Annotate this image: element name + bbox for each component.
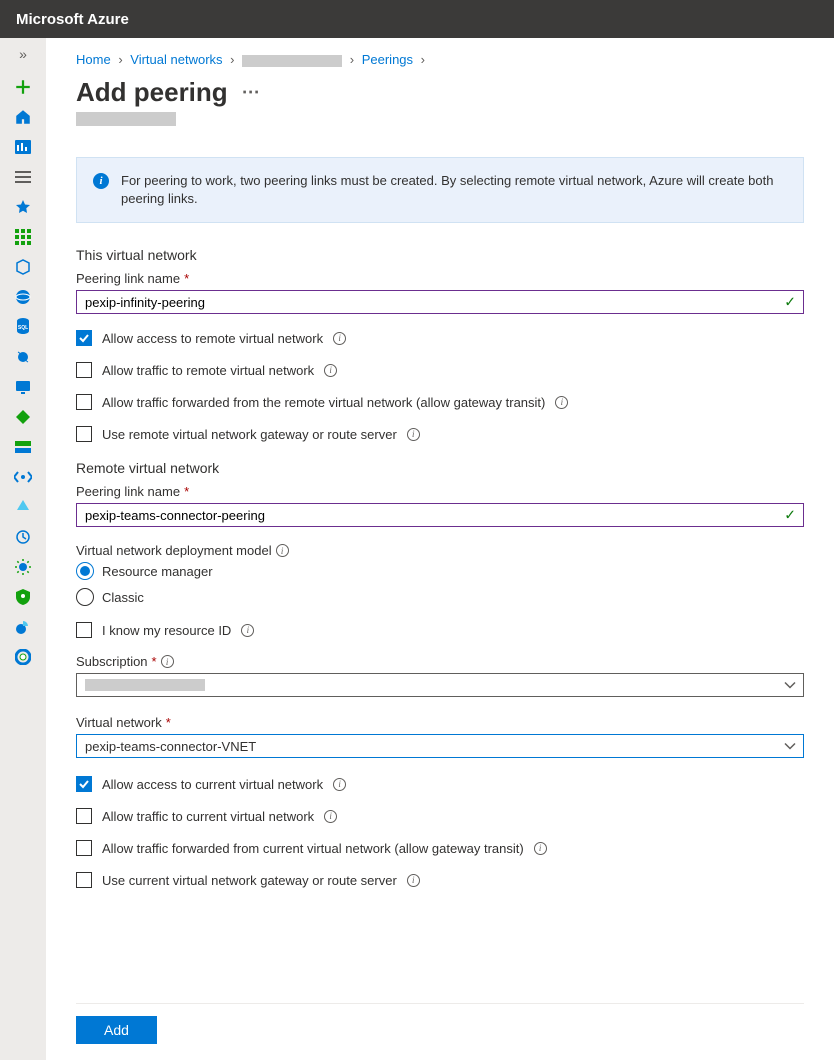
this-allow-access-checkbox[interactable] bbox=[76, 330, 92, 346]
required-asterisk: * bbox=[184, 271, 189, 286]
this-peering-link-label: Peering link name* bbox=[76, 271, 804, 286]
info-hint-icon[interactable]: i bbox=[333, 332, 346, 345]
remote-allow-access-label: Allow access to current virtual network bbox=[102, 777, 323, 792]
info-message: For peering to work, two peering links m… bbox=[121, 172, 787, 208]
valid-check-icon: ✓ bbox=[784, 507, 796, 524]
breadcrumb-virtual-networks[interactable]: Virtual networks bbox=[130, 52, 222, 67]
remote-peering-link-input[interactable] bbox=[76, 503, 804, 527]
this-allow-traffic-checkbox[interactable] bbox=[76, 362, 92, 378]
favorites-star-icon[interactable] bbox=[14, 198, 32, 216]
know-resource-id-checkbox[interactable] bbox=[76, 622, 92, 638]
brand-label: Microsoft Azure bbox=[16, 11, 129, 28]
azure-ad-icon[interactable] bbox=[14, 498, 32, 516]
info-hint-icon[interactable]: i bbox=[407, 428, 420, 441]
chevron-right-icon: › bbox=[421, 52, 425, 67]
chevron-right-icon: › bbox=[230, 52, 234, 67]
virtual-machines-icon[interactable] bbox=[14, 378, 32, 396]
breadcrumb-home[interactable]: Home bbox=[76, 52, 111, 67]
top-bar: Microsoft Azure bbox=[0, 0, 834, 38]
advisor-icon[interactable] bbox=[14, 558, 32, 576]
this-use-remote-gateway-checkbox[interactable] bbox=[76, 426, 92, 442]
expand-sidebar-icon[interactable]: » bbox=[19, 46, 27, 62]
subscription-value-redacted bbox=[85, 679, 205, 691]
this-allow-forwarded-checkbox[interactable] bbox=[76, 394, 92, 410]
info-hint-icon[interactable]: i bbox=[407, 874, 420, 887]
page-title-text: Add peering bbox=[76, 77, 228, 108]
create-resource-icon[interactable] bbox=[14, 78, 32, 96]
all-resources-icon[interactable] bbox=[14, 228, 32, 246]
info-hint-icon[interactable]: i bbox=[333, 778, 346, 791]
this-vnet-header: This virtual network bbox=[76, 247, 804, 263]
remote-peering-link-label: Peering link name* bbox=[76, 484, 804, 499]
dashboard-icon[interactable] bbox=[14, 138, 32, 156]
more-actions-icon[interactable]: ⋯ bbox=[242, 82, 260, 103]
classic-label: Classic bbox=[102, 590, 144, 605]
storage-accounts-icon[interactable] bbox=[14, 438, 32, 456]
deployment-model-label: Virtual network deployment model i bbox=[76, 543, 804, 558]
know-resource-id-label: I know my resource ID bbox=[102, 623, 231, 638]
remote-allow-traffic-checkbox[interactable] bbox=[76, 808, 92, 824]
info-hint-icon[interactable]: i bbox=[555, 396, 568, 409]
home-icon[interactable] bbox=[14, 108, 32, 126]
remote-allow-access-checkbox[interactable] bbox=[76, 776, 92, 792]
main-content: Home › Virtual networks › › Peerings › A… bbox=[46, 38, 834, 1060]
virtual-network-label: Virtual network* bbox=[76, 715, 804, 730]
bottom-action-bar: Add bbox=[76, 1003, 804, 1044]
chevron-down-icon bbox=[784, 678, 796, 693]
info-hint-icon[interactable]: i bbox=[241, 624, 254, 637]
this-use-remote-gateway-label: Use remote virtual network gateway or ro… bbox=[102, 427, 397, 442]
remote-vnet-header: Remote virtual network bbox=[76, 460, 804, 476]
remote-allow-forwarded-checkbox[interactable] bbox=[76, 840, 92, 856]
this-peering-link-input[interactable] bbox=[76, 290, 804, 314]
required-asterisk: * bbox=[166, 715, 171, 730]
this-allow-access-label: Allow access to remote virtual network bbox=[102, 331, 323, 346]
cost-management-icon[interactable] bbox=[14, 618, 32, 636]
valid-check-icon: ✓ bbox=[784, 294, 796, 311]
azure-cosmos-db-icon[interactable] bbox=[14, 348, 32, 366]
breadcrumb: Home › Virtual networks › › Peerings › bbox=[76, 52, 804, 67]
this-allow-forwarded-label: Allow traffic forwarded from the remote … bbox=[102, 395, 545, 410]
page-title: Add peering ⋯ bbox=[76, 77, 804, 108]
classic-radio[interactable] bbox=[76, 588, 94, 606]
virtual-network-value: pexip-teams-connector-VNET bbox=[85, 739, 256, 754]
remote-use-gateway-checkbox[interactable] bbox=[76, 872, 92, 888]
info-hint-icon[interactable]: i bbox=[324, 810, 337, 823]
chevron-right-icon: › bbox=[350, 52, 354, 67]
help-support-icon[interactable] bbox=[14, 648, 32, 666]
info-hint-icon[interactable]: i bbox=[324, 364, 337, 377]
resource-groups-icon[interactable] bbox=[14, 258, 32, 276]
subscription-label: Subscription* i bbox=[76, 654, 804, 669]
left-sidebar: » SQL bbox=[0, 38, 46, 1060]
page-subtitle-redacted bbox=[76, 112, 176, 126]
resource-manager-label: Resource manager bbox=[102, 564, 213, 579]
required-asterisk: * bbox=[184, 484, 189, 499]
info-hint-icon[interactable]: i bbox=[161, 655, 174, 668]
chevron-down-icon bbox=[784, 739, 796, 754]
virtual-network-select[interactable]: pexip-teams-connector-VNET bbox=[76, 734, 804, 758]
svg-text:SQL: SQL bbox=[18, 325, 28, 331]
virtual-networks-icon[interactable] bbox=[14, 468, 32, 486]
info-icon: i bbox=[93, 173, 109, 189]
chevron-right-icon: › bbox=[118, 52, 122, 67]
monitor-icon[interactable] bbox=[14, 528, 32, 546]
all-services-icon[interactable] bbox=[14, 168, 32, 186]
remote-allow-forwarded-label: Allow traffic forwarded from current vir… bbox=[102, 841, 524, 856]
resource-manager-radio[interactable] bbox=[76, 562, 94, 580]
this-allow-traffic-label: Allow traffic to remote virtual network bbox=[102, 363, 314, 378]
add-button[interactable]: Add bbox=[76, 1016, 157, 1044]
info-banner: i For peering to work, two peering links… bbox=[76, 157, 804, 223]
subscription-select[interactable] bbox=[76, 673, 804, 697]
security-center-icon[interactable] bbox=[14, 588, 32, 606]
info-hint-icon[interactable]: i bbox=[276, 544, 289, 557]
load-balancers-icon[interactable] bbox=[14, 408, 32, 426]
required-asterisk: * bbox=[152, 654, 157, 669]
remote-use-gateway-label: Use current virtual network gateway or r… bbox=[102, 873, 397, 888]
breadcrumb-resource-redacted[interactable] bbox=[242, 55, 342, 67]
info-hint-icon[interactable]: i bbox=[534, 842, 547, 855]
remote-allow-traffic-label: Allow traffic to current virtual network bbox=[102, 809, 314, 824]
sql-databases-icon[interactable]: SQL bbox=[14, 318, 32, 336]
app-services-icon[interactable] bbox=[14, 288, 32, 306]
breadcrumb-peerings[interactable]: Peerings bbox=[362, 52, 413, 67]
